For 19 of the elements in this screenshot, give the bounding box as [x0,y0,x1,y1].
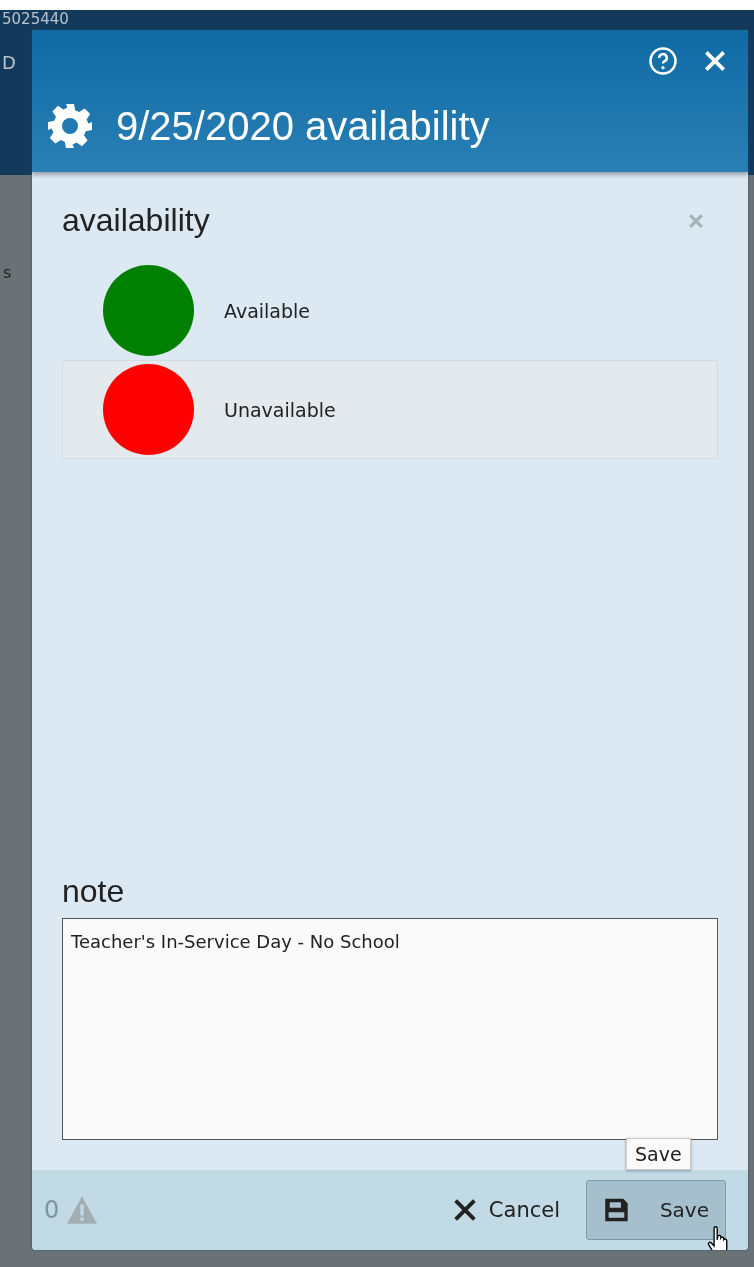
close-icon[interactable] [702,48,728,74]
save-button[interactable]: Save [586,1180,726,1240]
background-text: s [3,263,12,282]
section-label: availability [62,202,210,239]
warning-count: 0 [44,1196,60,1224]
dialog-title: 9/25/2020 availability [116,103,490,149]
settings-icon [46,102,94,150]
availability-option[interactable]: Available [62,261,718,360]
background-text: D [2,52,16,73]
background-text: 5025440 [2,10,69,28]
option-label: Available [224,299,310,322]
tooltip: Save [626,1138,691,1170]
cancel-button[interactable]: Cancel [450,1196,560,1224]
availability-option[interactable]: Unavailable [62,360,718,459]
option-label: Unavailable [224,398,336,421]
help-icon[interactable] [648,46,678,76]
note-label: note [62,873,126,910]
warning-icon [65,1195,100,1225]
note-field[interactable]: Teacher's In-Service Day - No School [62,918,718,1140]
